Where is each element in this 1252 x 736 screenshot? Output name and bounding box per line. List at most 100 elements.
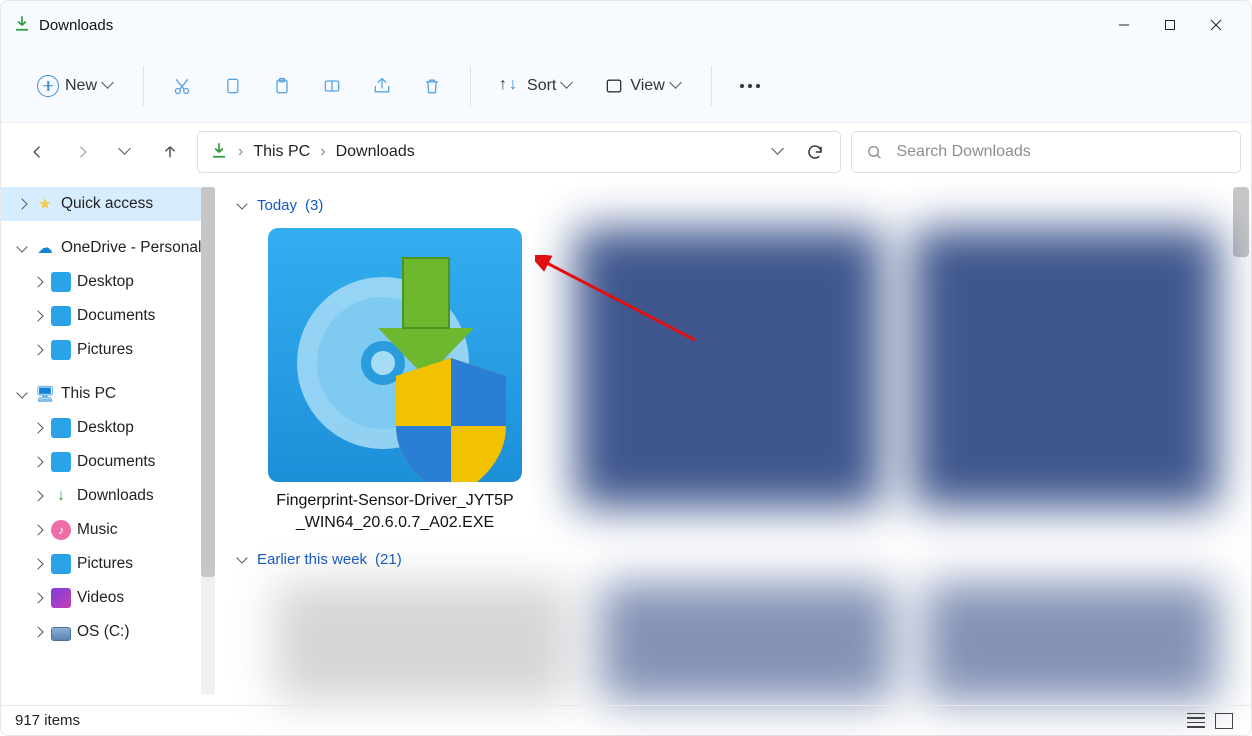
chevron-down-icon — [103, 80, 115, 92]
cut-button[interactable] — [160, 64, 204, 108]
window-title: Downloads — [39, 17, 113, 34]
close-button[interactable] — [1193, 9, 1239, 41]
sidebar-item-label: Pictures — [77, 555, 133, 573]
chevron-right-icon — [31, 489, 45, 503]
file-item-blurred[interactable] — [575, 228, 882, 508]
up-button[interactable] — [157, 139, 183, 165]
recent-button[interactable] — [113, 139, 139, 165]
sidebar-item-label: Downloads — [77, 487, 154, 505]
status-items: 917 items — [15, 712, 80, 729]
large-icons-view-button[interactable] — [1215, 713, 1233, 729]
sidebar-item-label: Desktop — [77, 419, 134, 437]
delete-button[interactable] — [410, 64, 454, 108]
paste-button[interactable] — [260, 64, 304, 108]
sidebar-item-documents[interactable]: Documents — [1, 445, 215, 479]
rename-button[interactable] — [310, 64, 354, 108]
title-bar: Downloads — [1, 1, 1251, 49]
search-bar[interactable] — [851, 131, 1241, 173]
copy-button[interactable] — [210, 64, 254, 108]
sidebar-item-this-pc[interactable]: 🖥 This PC — [1, 377, 215, 411]
back-button[interactable] — [25, 139, 51, 165]
sort-button[interactable]: Sort — [487, 64, 586, 108]
cloud-icon: ☁ — [35, 238, 55, 258]
sidebar-item-os-drive[interactable]: OS (C:) — [1, 615, 215, 649]
sidebar-item-label: Quick access — [61, 195, 153, 213]
file-item-blurred[interactable] — [275, 582, 570, 702]
address-dropdown-button[interactable] — [766, 139, 792, 165]
chevron-down-icon — [235, 199, 249, 213]
chevron-right-icon — [31, 421, 45, 435]
chevron-right-icon — [31, 275, 45, 289]
sidebar-item-videos[interactable]: Videos — [1, 581, 215, 615]
crumb-downloads[interactable]: Downloads — [336, 143, 415, 161]
sidebar-item-desktop[interactable]: Desktop — [1, 411, 215, 445]
plus-icon — [37, 75, 59, 97]
address-bar[interactable]: › This PC › Downloads — [197, 131, 841, 173]
sidebar-item-label: Documents — [77, 453, 155, 471]
document-icon — [51, 452, 71, 472]
new-label: New — [65, 77, 97, 95]
downloads-icon — [13, 14, 31, 37]
chevron-right-icon: › — [238, 143, 243, 161]
chevron-down-icon — [235, 552, 249, 566]
sidebar-item-pictures[interactable]: Pictures — [1, 547, 215, 581]
sidebar-item-desktop[interactable]: Desktop — [1, 265, 215, 299]
group-header-earlier[interactable]: Earlier this week (21) — [235, 551, 1231, 568]
file-item-blurred[interactable] — [912, 228, 1219, 508]
maximize-button[interactable] — [1147, 9, 1193, 41]
sidebar-item-label: Videos — [77, 589, 124, 607]
minimize-button[interactable] — [1101, 9, 1147, 41]
separator — [143, 66, 144, 106]
file-item-blurred[interactable] — [600, 582, 895, 702]
drive-icon — [51, 627, 71, 641]
forward-button[interactable] — [69, 139, 95, 165]
pictures-icon — [51, 340, 71, 360]
details-view-button[interactable] — [1187, 713, 1205, 729]
more-button[interactable] — [728, 64, 772, 108]
chevron-right-icon — [31, 455, 45, 469]
file-item[interactable]: Fingerprint-Sensor-Driver_JYT5P _WIN64_2… — [245, 228, 545, 535]
sidebar-item-music[interactable]: ♪Music — [1, 513, 215, 547]
separator — [470, 66, 471, 106]
music-icon: ♪ — [51, 520, 71, 540]
sidebar-item-label: This PC — [61, 385, 116, 403]
view-icon — [604, 76, 624, 96]
downloads-icon: ↓ — [51, 486, 71, 506]
view-button[interactable]: View — [592, 64, 694, 108]
group-header-today[interactable]: Today (3) — [235, 197, 1231, 214]
sidebar-item-downloads[interactable]: ↓ Downloads — [1, 479, 215, 513]
content-pane: Today (3) — [215, 181, 1251, 707]
group-count: (21) — [375, 551, 402, 568]
new-button[interactable]: New — [25, 64, 127, 108]
sidebar-item-pictures[interactable]: Pictures — [1, 333, 215, 367]
sort-icon — [499, 76, 521, 96]
sidebar-item-onedrive[interactable]: ☁ OneDrive - Personal — [1, 231, 215, 265]
videos-icon — [51, 588, 71, 608]
monitor-icon: 🖥 — [35, 384, 55, 404]
sidebar-item-quick-access[interactable]: ★ Quick access — [1, 187, 215, 221]
group-count: (3) — [305, 197, 323, 214]
crumb-this-pc[interactable]: This PC — [253, 143, 310, 161]
sidebar-item-documents[interactable]: Documents — [1, 299, 215, 333]
search-input[interactable] — [896, 143, 1226, 161]
star-icon: ★ — [35, 194, 55, 214]
address-row: › This PC › Downloads — [1, 123, 1251, 181]
chevron-down-icon — [562, 80, 574, 92]
file-item-blurred[interactable] — [924, 582, 1219, 702]
chevron-down-icon — [671, 80, 683, 92]
pictures-icon — [51, 554, 71, 574]
sidebar-item-label: OS (C:) — [77, 623, 130, 641]
chevron-right-icon — [31, 625, 45, 639]
group-label: Earlier this week — [257, 551, 367, 568]
sort-label: Sort — [527, 77, 556, 95]
folder-icon — [51, 272, 71, 292]
installer-icon — [268, 228, 522, 482]
content-scrollbar-thumb[interactable] — [1233, 187, 1249, 257]
refresh-button[interactable] — [802, 139, 828, 165]
sidebar-item-label: OneDrive - Personal — [61, 239, 201, 257]
chevron-right-icon — [31, 557, 45, 571]
sidebar-scrollbar-thumb[interactable] — [201, 187, 215, 577]
downloads-icon — [210, 141, 228, 164]
chevron-right-icon — [31, 591, 45, 605]
share-button[interactable] — [360, 64, 404, 108]
